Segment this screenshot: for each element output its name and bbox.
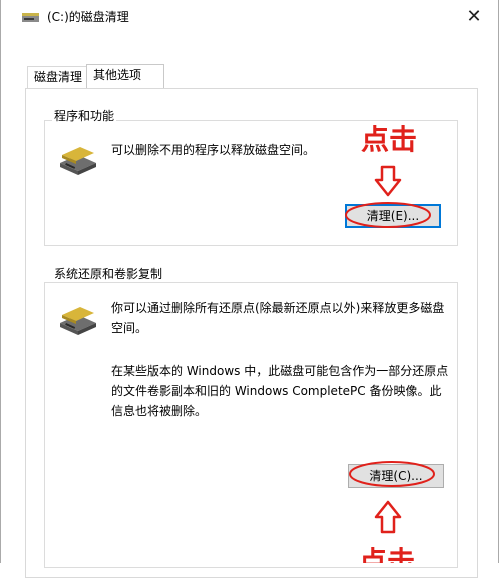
programs-group-label: 程序和功能 xyxy=(52,107,117,124)
title-bar: (C:)的磁盘清理 ✕ xyxy=(1,0,498,30)
close-button[interactable]: ✕ xyxy=(462,6,486,28)
tab-more-options[interactable]: 其他选项 xyxy=(86,64,164,89)
callout-click-top: 点击 xyxy=(361,123,418,156)
callout-click-bottom: 点击 xyxy=(359,545,416,563)
disk-cleanup-window: (C:)的磁盘清理 ✕ 磁盘清理 其他选项 程序和功能 可以删除不用的程序以释放… xyxy=(0,0,499,578)
drive-icon xyxy=(60,307,96,335)
arrow-up-icon xyxy=(374,500,402,534)
highlight-ellipse-bottom xyxy=(349,461,435,487)
arrow-down-icon xyxy=(374,165,402,197)
restore-description-1: 你可以通过删除所有还原点(除最新还原点以外)来释放更多磁盘空间。 xyxy=(111,301,445,335)
restore-description-2: 在某些版本的 Windows 中，此磁盘可能包含作为一部分还原点的文件卷影副本和… xyxy=(111,364,449,418)
close-icon: ✕ xyxy=(466,6,482,27)
tab-panel: 程序和功能 可以删除不用的程序以释放磁盘空间。 清理(E)... 系统还原和卷影… xyxy=(25,88,478,578)
restore-group-label: 系统还原和卷影复制 xyxy=(52,265,165,282)
highlight-ellipse-top xyxy=(345,202,431,228)
drive-icon xyxy=(60,147,96,175)
disk-cleanup-icon xyxy=(22,13,39,22)
window-title: (C:)的磁盘清理 xyxy=(47,10,129,24)
